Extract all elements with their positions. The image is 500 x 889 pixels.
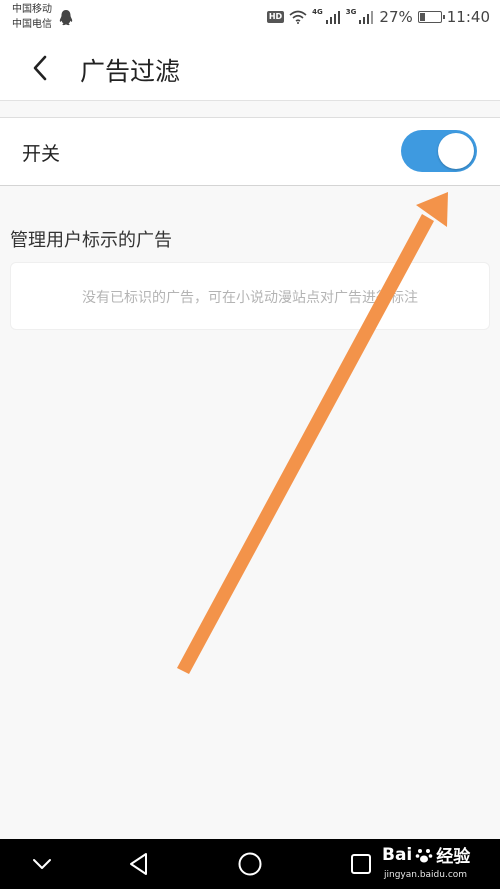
chevron-left-icon: [33, 55, 47, 81]
toggle-label: 开关: [22, 143, 61, 165]
battery-percent: 27%: [379, 8, 413, 26]
paw-icon: [415, 848, 433, 862]
section-title: 管理用户标示的广告: [10, 230, 172, 251]
hd-badge: HD: [266, 11, 285, 23]
qq-penguin-icon: [59, 10, 73, 26]
nav-back-button[interactable]: [119, 846, 159, 882]
signal-bars-icon: [325, 11, 340, 24]
nav-hide-button[interactable]: [22, 846, 62, 882]
empty-state-message: 没有已标识的广告，可在小说动漫站点对广告进行标注: [82, 290, 418, 306]
ad-filter-switch[interactable]: [401, 130, 477, 172]
marked-ads-list: 没有已标识的广告，可在小说动漫站点对广告进行标注: [10, 262, 490, 330]
carrier-label-2: 中国电信: [12, 19, 52, 30]
page-title: 广告过滤: [80, 57, 181, 86]
recents-square-icon: [351, 854, 371, 874]
battery-icon: [417, 11, 445, 23]
nav-recents-button[interactable]: [341, 846, 381, 882]
network-type-1: 4G: [312, 8, 323, 16]
watermark-url: jingyan.baidu.com: [384, 870, 468, 880]
back-button[interactable]: [20, 48, 60, 88]
switch-knob: [438, 133, 474, 169]
signal-bars-icon: [359, 11, 374, 24]
chevron-down-icon: [33, 859, 51, 869]
carrier-label-1: 中国移动: [12, 4, 52, 15]
home-circle-icon: [238, 852, 262, 876]
nav-home-button[interactable]: [230, 846, 270, 882]
wifi-icon: [289, 10, 307, 24]
app-header: 广告过滤: [0, 36, 500, 101]
baidu-watermark: Bai 经验: [382, 842, 471, 868]
watermark-brand: Bai: [382, 844, 413, 865]
status-icons: HD 4G 3G 27% 11:40: [266, 6, 490, 28]
ad-filter-toggle-row: 开关: [0, 117, 500, 186]
watermark-brand-cn: 经验: [436, 847, 471, 867]
arrow-head: [416, 192, 448, 227]
clock: 11:40: [446, 8, 490, 26]
status-bar: 中国移动 中国电信 HD 4G 3G 27% 11:40: [0, 0, 500, 36]
network-type-2: 3G: [345, 8, 357, 16]
back-triangle-icon: [130, 853, 147, 875]
battery-fill: [419, 13, 425, 21]
